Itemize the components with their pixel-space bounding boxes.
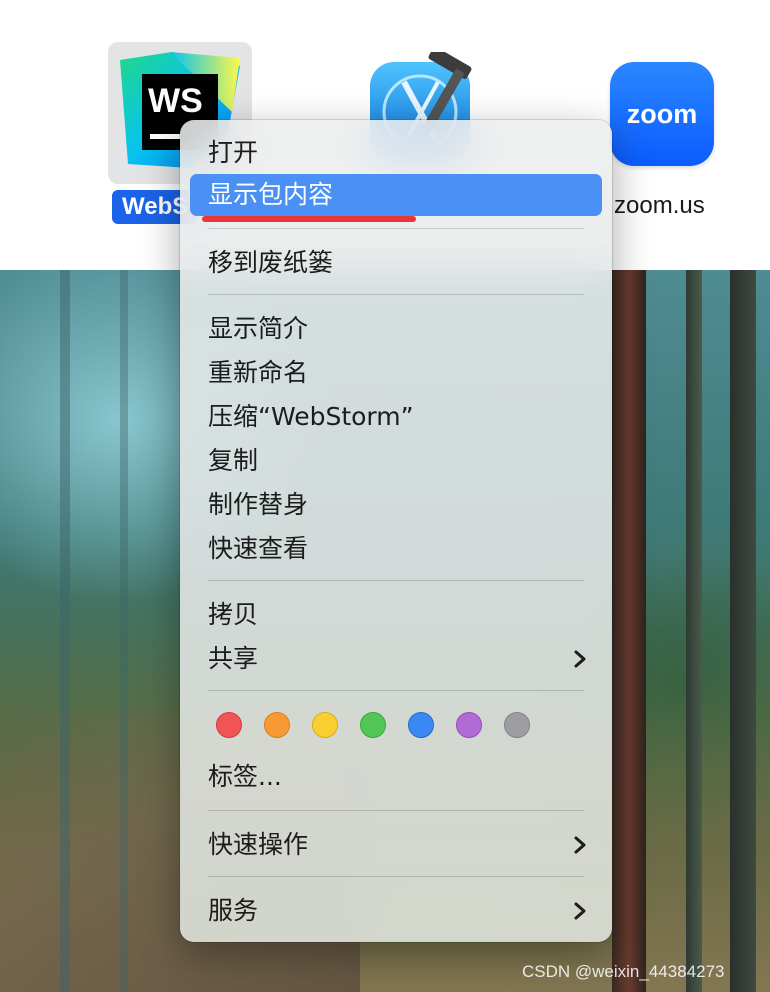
menu-item-duplicate[interactable]: 复制 [190, 440, 602, 482]
wallpaper-tree [120, 270, 128, 992]
chevron-right-icon [574, 650, 586, 668]
menu-item-compress[interactable]: 压缩“WebStorm” [190, 396, 602, 438]
menu-separator [208, 580, 584, 581]
zoom-label[interactable]: zoom.us [614, 192, 705, 220]
menu-item-label: 压缩“WebStorm” [208, 402, 414, 431]
menu-item-move-to-trash[interactable]: 移到废纸篓 [190, 242, 602, 284]
menu-item-quick-look[interactable]: 快速查看 [190, 528, 602, 570]
chevron-right-icon [574, 902, 586, 920]
wallpaper-tree [686, 270, 702, 992]
tag-purple-dot[interactable] [456, 712, 482, 738]
annotation-underline [202, 216, 416, 222]
menu-item-label: 服务 [208, 896, 259, 925]
menu-separator [208, 690, 584, 691]
menu-separator [208, 294, 584, 295]
menu-item-open[interactable]: 打开 [190, 132, 602, 174]
chevron-right-icon [574, 836, 586, 854]
zoom-logo-text: zoom [626, 98, 698, 129]
watermark-text: CSDN @weixin_44384273 [522, 962, 725, 981]
context-menu: 打开 显示包内容 移到废纸篓 显示简介 重新命名 压缩“WebStorm” 复制… [180, 120, 612, 942]
menu-item-label: 制作替身 [208, 490, 309, 519]
menu-item-show-package-contents[interactable]: 显示包内容 [190, 174, 602, 216]
menu-item-label: 移到废纸篓 [208, 248, 334, 277]
menu-separator [208, 810, 584, 811]
tag-blue-dot[interactable] [408, 712, 434, 738]
svg-text:WS: WS [148, 82, 203, 120]
menu-item-label: 快速查看 [208, 534, 309, 563]
tag-gray-dot[interactable] [504, 712, 530, 738]
menu-separator [208, 876, 584, 877]
menu-item-get-info[interactable]: 显示简介 [190, 308, 602, 350]
menu-item-rename[interactable]: 重新命名 [190, 352, 602, 394]
menu-item-quick-actions[interactable]: 快速操作 [190, 824, 602, 866]
menu-item-label: 显示包内容 [208, 180, 334, 209]
menu-item-tags[interactable]: 标签... [190, 756, 602, 798]
menu-item-label: 共享 [208, 644, 259, 673]
menu-item-share[interactable]: 共享 [190, 638, 602, 680]
wallpaper-tree [612, 270, 646, 992]
menu-item-label: 显示简介 [208, 314, 309, 343]
menu-item-label: 重新命名 [208, 358, 309, 387]
wallpaper-tree [730, 270, 756, 992]
menu-separator [208, 228, 584, 229]
tag-orange-dot[interactable] [264, 712, 290, 738]
tag-green-dot[interactable] [360, 712, 386, 738]
tag-red-dot[interactable] [216, 712, 242, 738]
menu-item-label: 打开 [208, 138, 259, 167]
zoom-icon[interactable]: zoom [610, 62, 714, 166]
menu-item-services[interactable]: 服务 [190, 890, 602, 932]
wallpaper-tree [60, 270, 70, 992]
tag-yellow-dot[interactable] [312, 712, 338, 738]
menu-item-label: 快速操作 [208, 830, 309, 859]
menu-item-copy[interactable]: 拷贝 [190, 594, 602, 636]
menu-item-label: 拷贝 [208, 600, 259, 629]
menu-item-label: 复制 [208, 446, 259, 475]
menu-item-make-alias[interactable]: 制作替身 [190, 484, 602, 526]
menu-item-label: 标签... [208, 762, 282, 791]
